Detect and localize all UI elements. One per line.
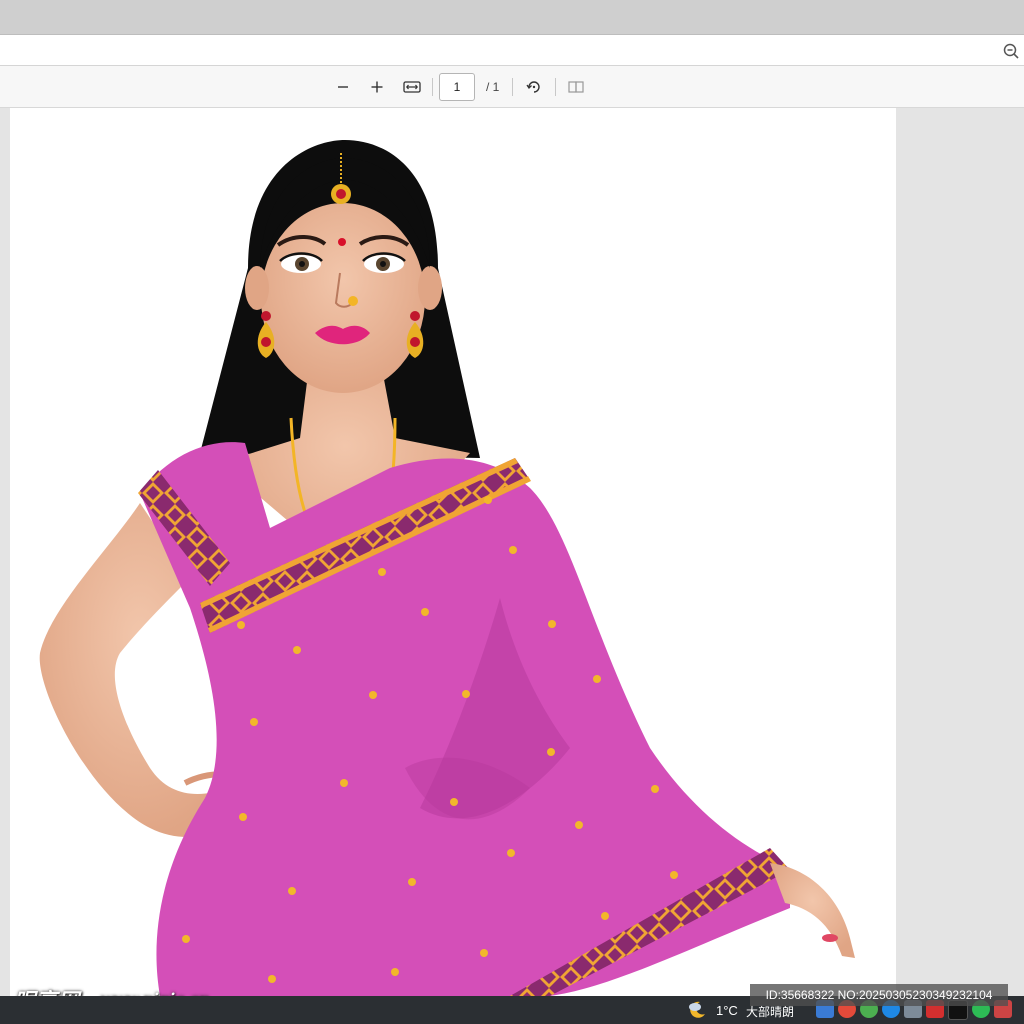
document-viewer[interactable] [0, 108, 1024, 996]
rotate-button[interactable] [522, 75, 546, 99]
moon-cloud-icon[interactable] [686, 999, 708, 1021]
address-bar[interactable] [0, 34, 1024, 66]
watermark-id: ID:35668322 NO:20250305230349232104 [750, 984, 1008, 1006]
zoom-out-button[interactable] [331, 75, 355, 99]
fit-width-icon [403, 81, 421, 93]
pdf-toolbar: / 1 [0, 66, 1024, 108]
temperature: 1°C [716, 1003, 738, 1018]
saree-woman-illustration [39, 140, 855, 996]
two-page-icon [568, 81, 584, 93]
page-total-label: / 1 [486, 80, 500, 94]
zoom-out-icon[interactable] [1002, 42, 1020, 60]
toolbar-separator [512, 78, 513, 96]
fit-width-button[interactable] [400, 75, 424, 99]
rotate-icon [526, 81, 540, 93]
plus-icon [371, 81, 383, 93]
minus-icon [338, 86, 348, 88]
two-page-button[interactable] [564, 75, 588, 99]
page-number-input[interactable] [439, 73, 475, 101]
zoom-in-button[interactable] [365, 75, 389, 99]
browser-title-bar [0, 0, 1024, 34]
toolbar-separator [555, 78, 556, 96]
pdf-page [10, 108, 896, 996]
toolbar-separator [432, 78, 433, 96]
